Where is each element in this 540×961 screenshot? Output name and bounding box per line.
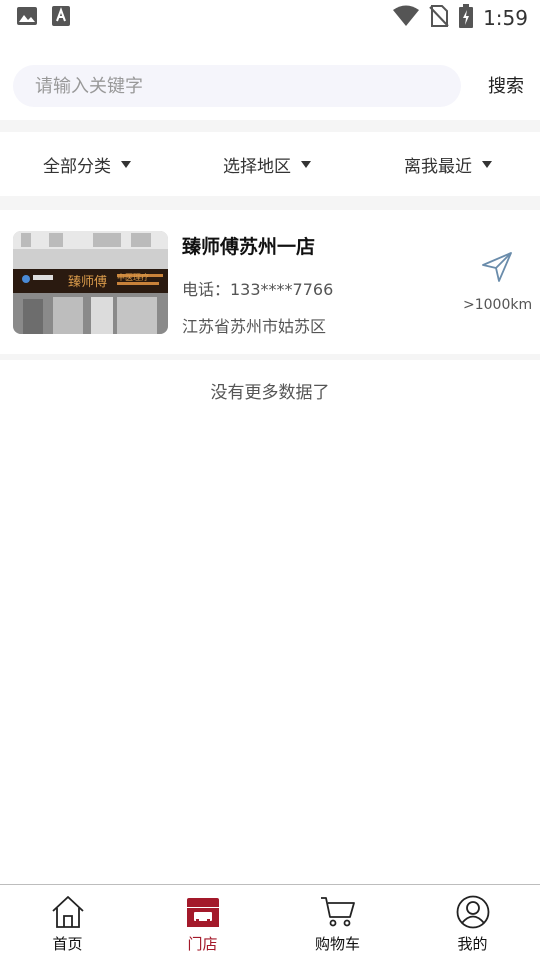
search-input[interactable] <box>35 75 461 97</box>
tab-label: 我的 <box>457 935 488 953</box>
filter-nearest[interactable]: 离我最近 <box>404 152 492 177</box>
cart-icon <box>320 895 356 929</box>
store-phone: 电话：133****7766 <box>182 280 334 299</box>
filter-bar: 全部分类 选择地区 离我最近 <box>0 132 540 196</box>
divider <box>0 120 540 132</box>
wifi-icon <box>393 5 420 31</box>
store-distance: >1000km <box>463 297 533 313</box>
store-photo: 臻师傅 中医理疗 <box>13 231 168 334</box>
search-box[interactable] <box>13 65 461 107</box>
tab-home[interactable]: 首页 <box>0 885 135 961</box>
font-a-icon <box>52 6 70 30</box>
status-bar: 1:59 <box>0 0 540 36</box>
tab-label: 首页 <box>52 935 83 953</box>
divider <box>0 196 540 210</box>
search-row: 搜索 <box>0 56 540 114</box>
tab-store[interactable]: 门店 <box>135 885 270 961</box>
tab-bar: 首页 门店 购物车 我的 <box>0 884 540 960</box>
store-name: 臻师傅苏州一店 <box>182 236 316 258</box>
no-sim-icon <box>429 5 449 31</box>
image-icon <box>16 6 38 30</box>
tab-cart[interactable]: 购物车 <box>270 885 405 961</box>
list-end-text: 没有更多数据了 <box>210 383 330 403</box>
store-sign-subtext: 中医理疗 <box>117 272 149 282</box>
home-icon <box>50 895 86 929</box>
navigate-icon[interactable] <box>480 250 514 284</box>
status-time: 1:59 <box>483 6 528 30</box>
divider <box>0 354 540 360</box>
store-icon <box>185 895 221 929</box>
tab-profile[interactable]: 我的 <box>405 885 540 961</box>
filter-region[interactable]: 选择地区 <box>223 152 311 177</box>
store-card[interactable]: 臻师傅 中医理疗 臻师傅苏州一店 电话：133****7766 江苏省苏州市姑苏… <box>0 210 540 354</box>
filter-label: 离我最近 <box>404 157 472 177</box>
filter-category[interactable]: 全部分类 <box>43 152 131 177</box>
tab-label: 门店 <box>187 935 218 953</box>
caret-down-icon <box>301 161 311 168</box>
caret-down-icon <box>121 161 131 168</box>
tab-label: 购物车 <box>314 935 360 953</box>
filter-label: 选择地区 <box>223 157 291 177</box>
battery-charging-icon <box>459 4 474 32</box>
filter-label: 全部分类 <box>43 157 111 177</box>
store-address: 江苏省苏州市姑苏区 <box>182 317 327 336</box>
caret-down-icon <box>482 161 492 168</box>
search-button[interactable]: 搜索 <box>488 72 524 98</box>
store-sign-text: 臻师傅 <box>68 275 107 290</box>
user-icon <box>455 895 491 929</box>
